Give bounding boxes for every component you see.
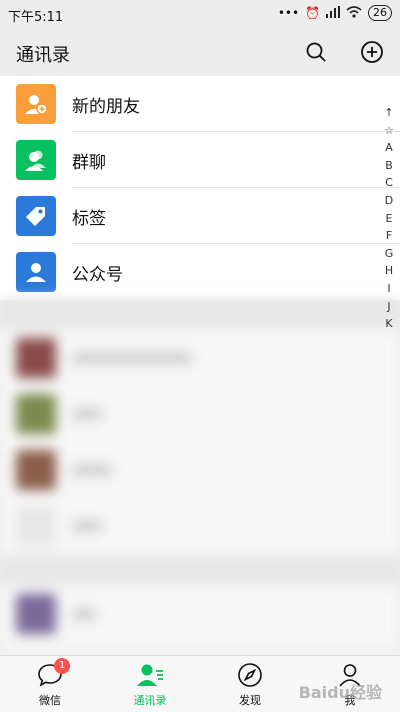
page-title: 通讯录 bbox=[16, 45, 70, 66]
index-letter[interactable]: C bbox=[382, 174, 396, 192]
tab-chats[interactable]: 1 微信 bbox=[20, 658, 80, 708]
status-icons: ••• ⏰ 26 bbox=[278, 5, 392, 21]
avatar bbox=[16, 450, 56, 490]
new-friend-icon bbox=[16, 84, 56, 124]
official-account-icon bbox=[16, 252, 56, 292]
entry-label: 新的朋友 bbox=[72, 97, 140, 117]
index-letter[interactable]: D bbox=[382, 192, 396, 210]
index-letter[interactable]: E bbox=[382, 210, 396, 228]
entry-label: 群聊 bbox=[72, 153, 106, 173]
blurred-contact-list bbox=[0, 298, 400, 655]
tab-label: 通讯录 bbox=[133, 694, 167, 707]
index-letter[interactable]: A bbox=[382, 139, 396, 157]
battery-indicator: 26 bbox=[368, 5, 392, 21]
status-bar: 下午5:11 ••• ⏰ 26 bbox=[0, 0, 400, 28]
search-button[interactable] bbox=[302, 38, 330, 66]
avatar bbox=[16, 594, 56, 634]
entry-label: 公众号 bbox=[72, 265, 123, 285]
section-header bbox=[0, 554, 400, 586]
compass-icon bbox=[238, 663, 262, 687]
tab-contacts[interactable]: 通讯录 bbox=[120, 660, 180, 708]
contacts-icon bbox=[137, 664, 163, 686]
avatar bbox=[16, 506, 56, 546]
group-chat-icon bbox=[16, 140, 56, 180]
contact-row[interactable] bbox=[0, 442, 400, 498]
tag-icon bbox=[16, 196, 56, 236]
entry-official-accounts[interactable]: 公众号 bbox=[0, 244, 400, 300]
tab-label: 发现 bbox=[239, 694, 261, 707]
tab-discover[interactable]: 发现 bbox=[220, 660, 280, 708]
plus-circle-icon bbox=[361, 41, 383, 63]
index-letter[interactable]: ☆ bbox=[382, 122, 396, 140]
watermark: Baidu经验 bbox=[298, 683, 382, 702]
avatar bbox=[16, 394, 56, 434]
index-letter[interactable]: B bbox=[382, 157, 396, 175]
more-dots-icon: ••• bbox=[277, 6, 300, 20]
index-letter[interactable]: ↑ bbox=[382, 104, 396, 122]
alarm-icon: ⏰ bbox=[305, 6, 320, 20]
contact-row[interactable] bbox=[0, 386, 400, 442]
tab-label: 微信 bbox=[39, 694, 61, 707]
contact-row[interactable] bbox=[0, 586, 400, 642]
index-letter[interactable]: J bbox=[382, 298, 396, 316]
wifi-icon bbox=[346, 5, 362, 21]
search-icon bbox=[306, 42, 326, 62]
section-header bbox=[0, 298, 400, 330]
index-letter[interactable]: I bbox=[382, 280, 396, 298]
index-letter[interactable]: K bbox=[382, 315, 396, 333]
signal-icon bbox=[326, 5, 340, 21]
entry-tags[interactable]: 标签 bbox=[0, 188, 400, 244]
alphabet-index[interactable]: ↑ ☆ A B C D E F G H I J K bbox=[382, 104, 396, 333]
index-letter[interactable]: F bbox=[382, 227, 396, 245]
index-letter[interactable]: G bbox=[382, 245, 396, 263]
avatar bbox=[16, 338, 56, 378]
contact-row[interactable] bbox=[0, 498, 400, 554]
entry-group-chats[interactable]: 群聊 bbox=[0, 132, 400, 188]
index-letter[interactable]: H bbox=[382, 262, 396, 280]
contacts-top-entries: 新的朋友 群聊 标签 公众号 bbox=[0, 76, 400, 300]
entry-new-friends[interactable]: 新的朋友 bbox=[0, 76, 400, 132]
unread-badge: 1 bbox=[54, 658, 70, 674]
entry-label: 标签 bbox=[72, 209, 106, 229]
status-time: 下午5:11 bbox=[8, 10, 64, 25]
header-bar: 通讯录 bbox=[0, 28, 400, 76]
add-button[interactable] bbox=[358, 38, 386, 66]
contact-row[interactable] bbox=[0, 330, 400, 386]
